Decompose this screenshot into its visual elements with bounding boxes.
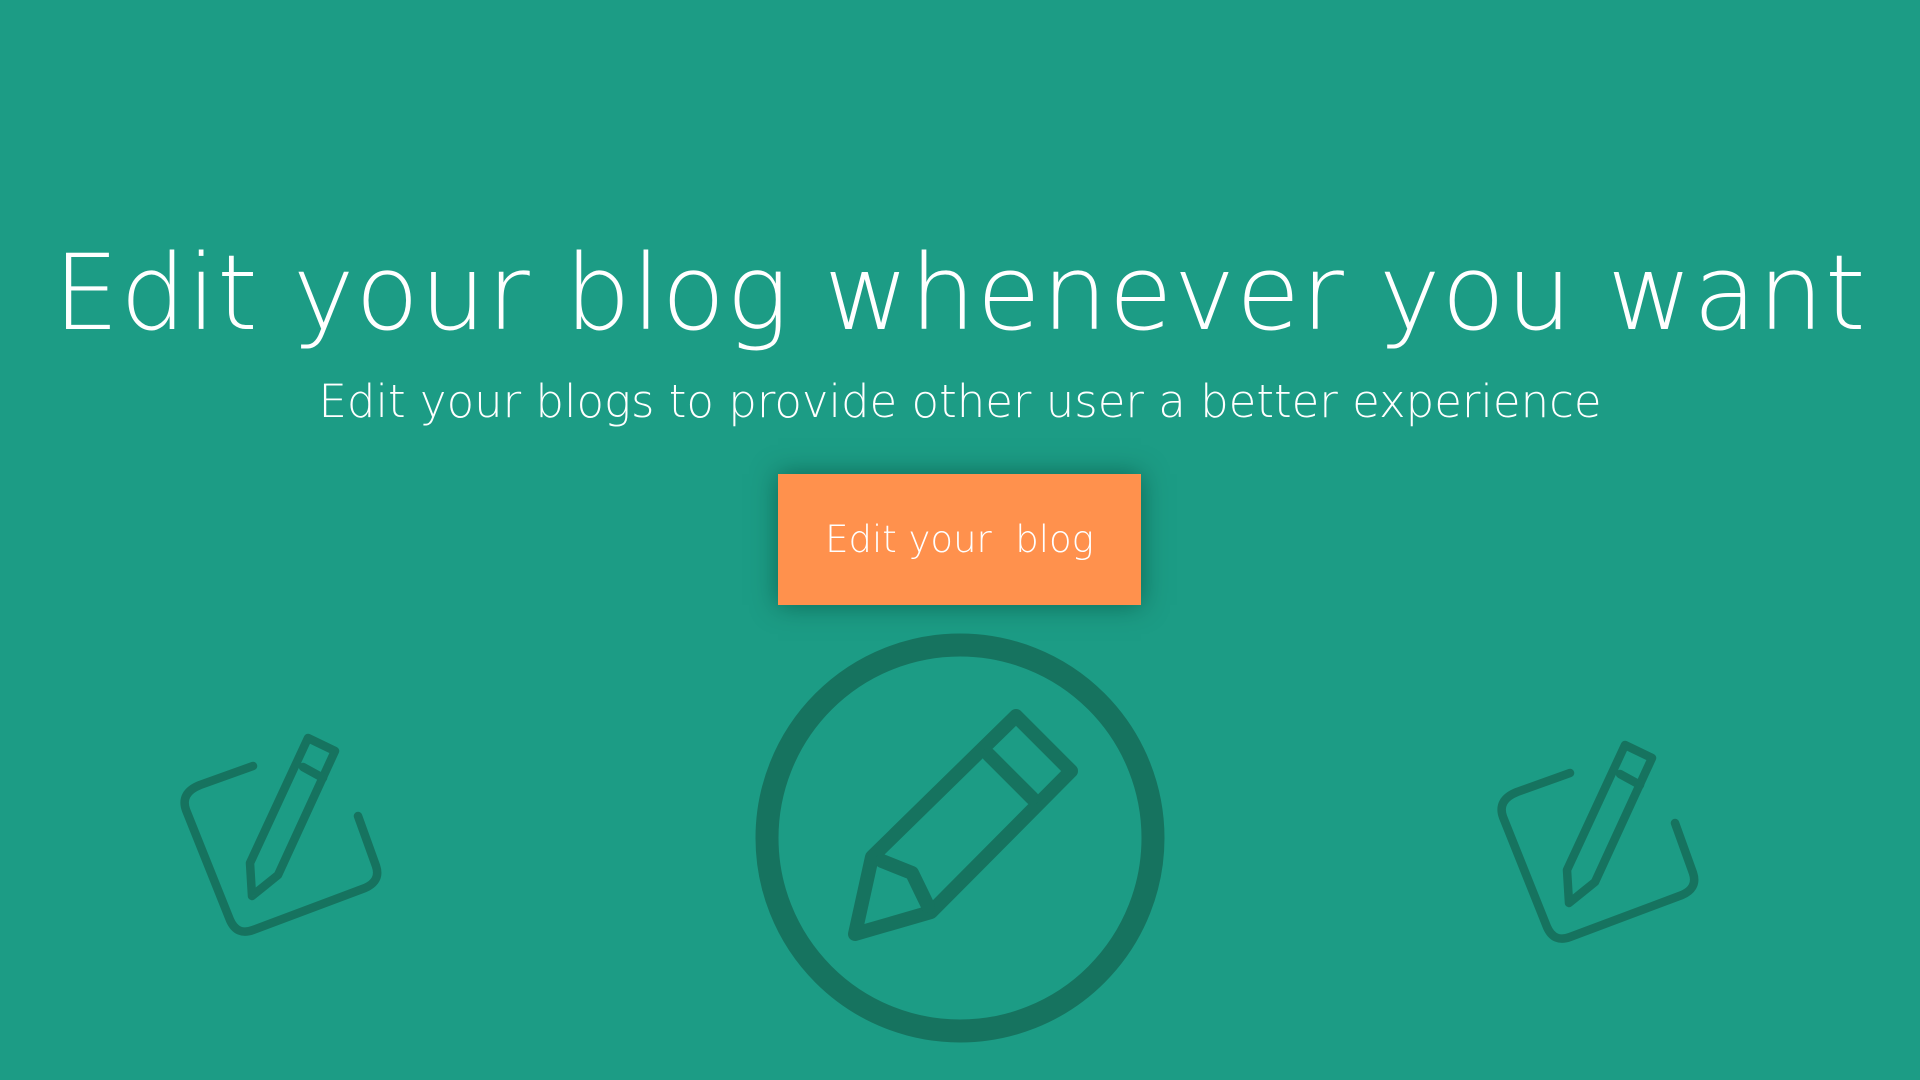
pencil-circle-icon xyxy=(755,633,1165,1043)
edit-note-icon xyxy=(1497,740,1699,943)
edit-note-icon xyxy=(180,733,382,936)
decorative-icons xyxy=(180,633,1699,1043)
